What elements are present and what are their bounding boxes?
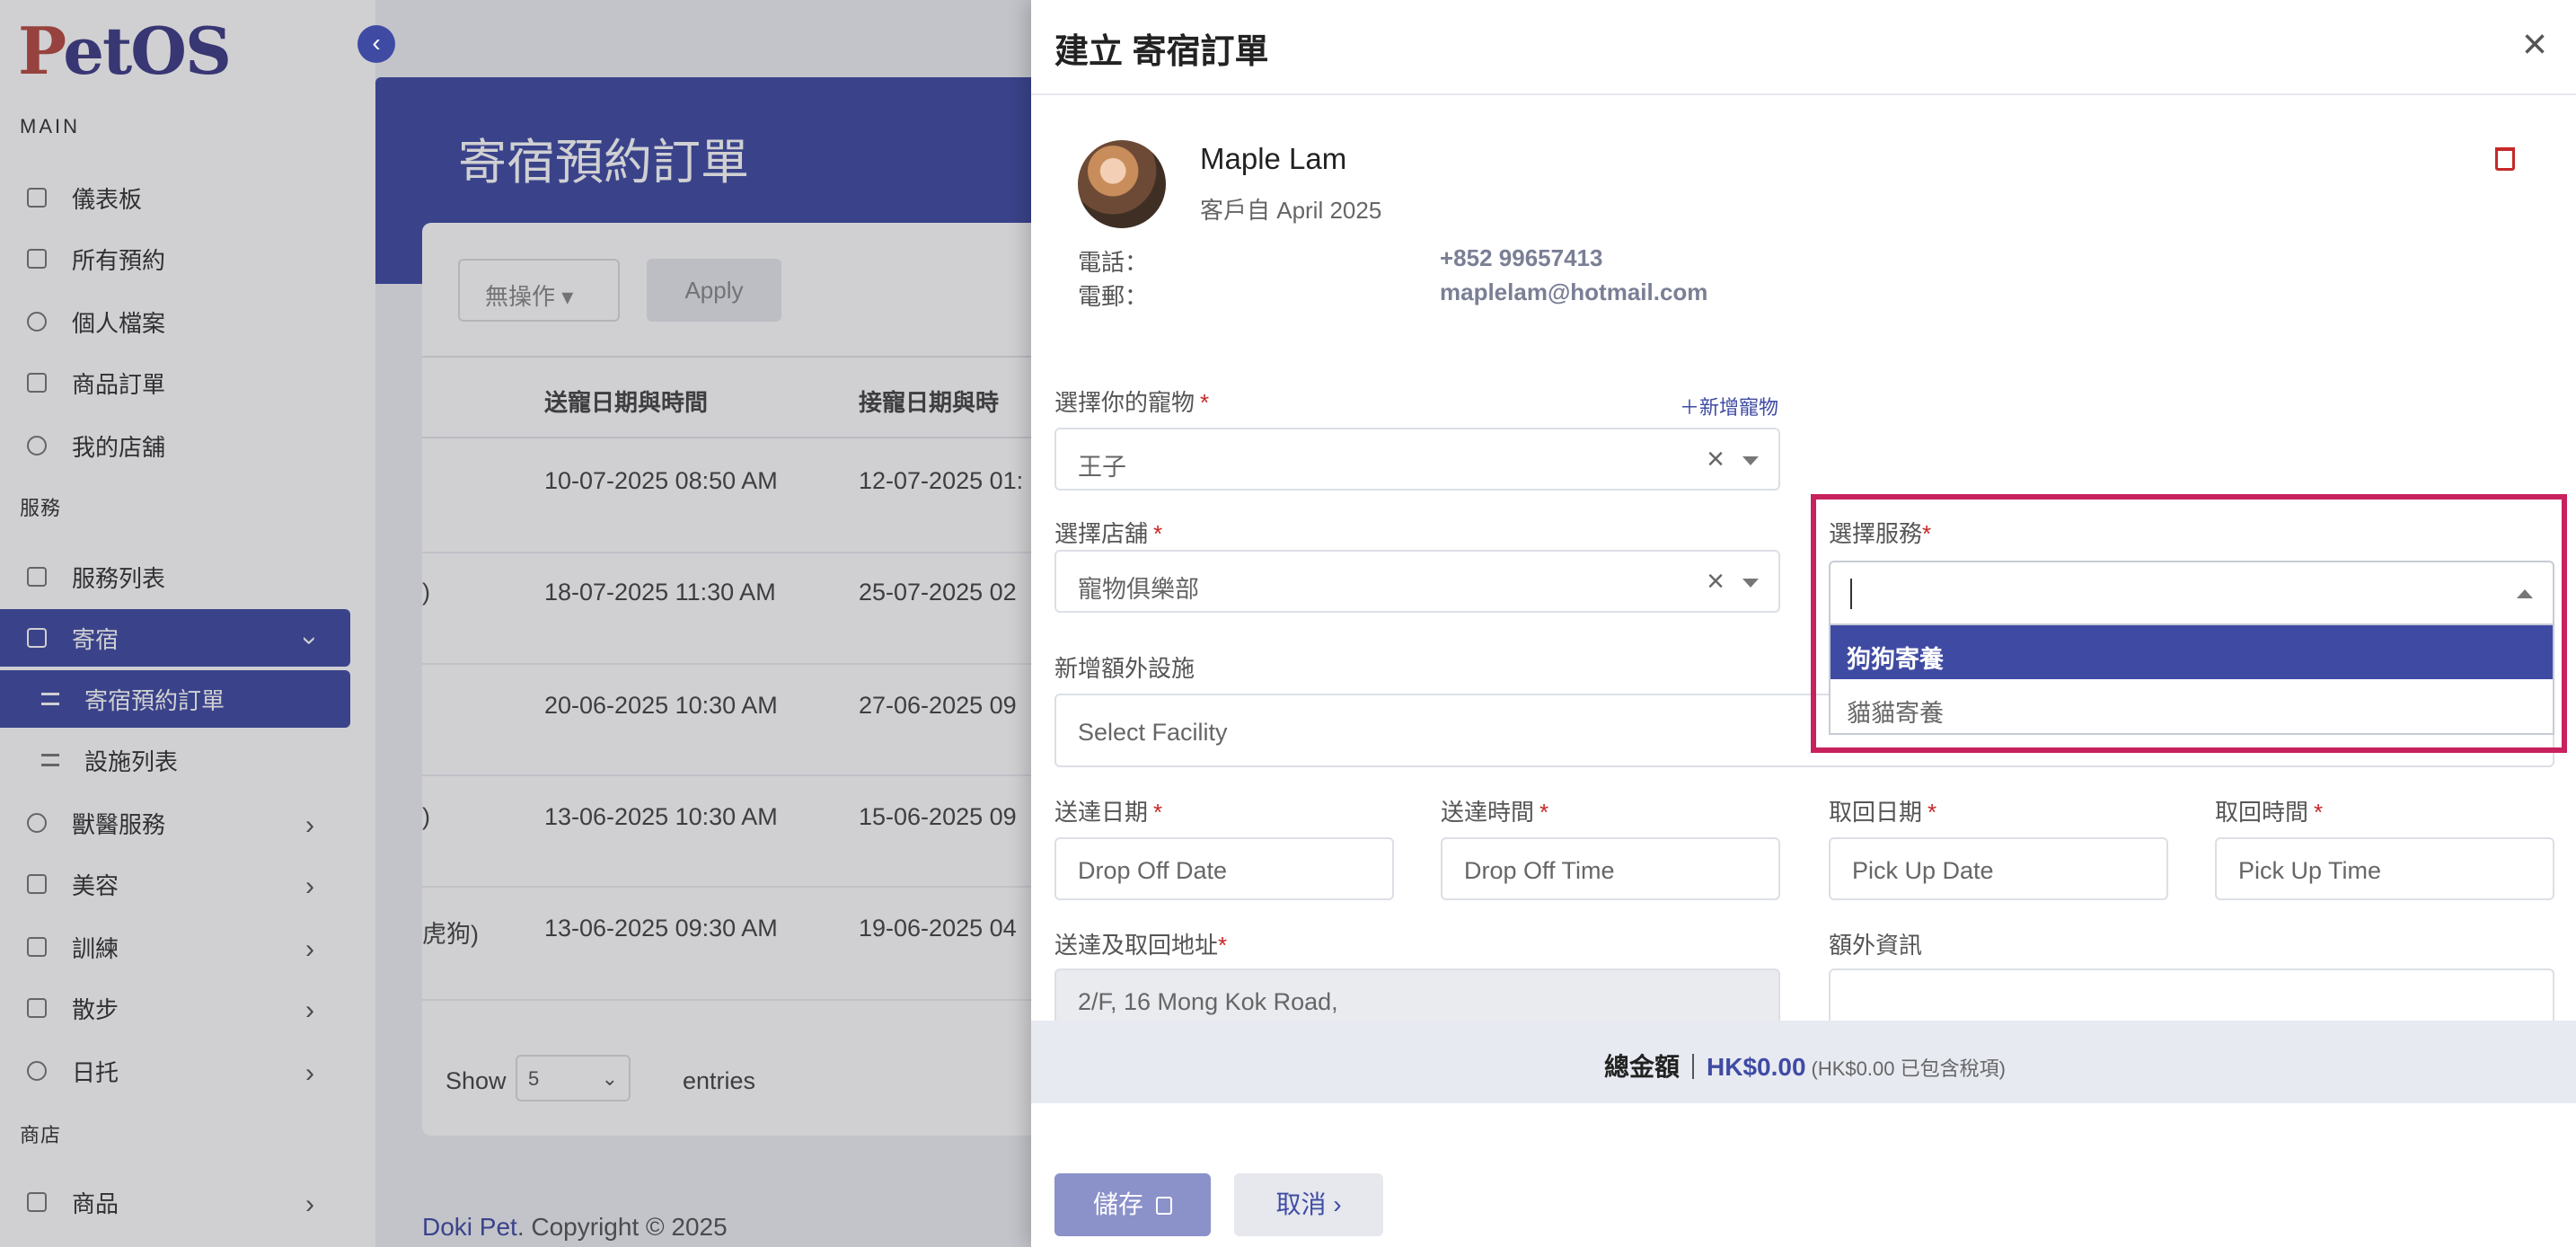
- total-label: 總金額: [1604, 1053, 1681, 1081]
- close-icon[interactable]: ×: [2522, 20, 2547, 70]
- email-value: maplelam@hotmail.com: [1440, 279, 1708, 305]
- collapse-sidebar-button[interactable]: ‹: [357, 25, 395, 63]
- add-pet-link[interactable]: ＋新增寵物: [1680, 392, 1778, 420]
- facility-placeholder: Select Facility: [1078, 719, 1228, 746]
- pickup-date-placeholder: Pick Up Date: [1852, 857, 1994, 884]
- modal-backdrop[interactable]: [0, 0, 1031, 1247]
- facility-label: 新增額外設施: [1054, 655, 1195, 682]
- dropoff-time-placeholder: Drop Off Time: [1464, 857, 1615, 884]
- caret-down-icon: [1742, 456, 1759, 465]
- pet-select-value: 王子: [1078, 454, 1126, 481]
- save-icon: [1156, 1197, 1172, 1215]
- avatar: [1078, 140, 1166, 228]
- service-option-dog-boarding[interactable]: 狗狗寄養: [1831, 625, 2553, 679]
- drawer-title: 建立 寄宿訂單: [1054, 33, 1269, 71]
- divider: [1031, 93, 2576, 95]
- dropoff-time-input[interactable]: Drop Off Time: [1441, 837, 1780, 900]
- pickup-date-label: 取回日期 *: [1829, 799, 1937, 826]
- chevron-right-icon: ›: [1333, 1190, 1342, 1218]
- save-button[interactable]: 儲存: [1054, 1173, 1211, 1236]
- store-label: 選擇店舖 *: [1054, 520, 1163, 547]
- extra-info-label: 額外資訊: [1829, 932, 1923, 959]
- address-label: 送達及取回地址*: [1054, 932, 1228, 959]
- save-button-label: 儲存: [1092, 1190, 1143, 1218]
- store-select[interactable]: 寵物俱樂部 ×: [1054, 550, 1780, 613]
- store-select-value: 寵物俱樂部: [1078, 576, 1199, 603]
- dropoff-time-label: 送達時間 *: [1441, 799, 1549, 826]
- divider: [1692, 1054, 1695, 1079]
- total-amount: HK$0.00: [1707, 1053, 1806, 1081]
- pet-select[interactable]: 王子 ×: [1054, 428, 1780, 491]
- dropoff-date-placeholder: Drop Off Date: [1078, 857, 1228, 884]
- tax-note: (HK$0.00 已包含稅項): [1811, 1057, 2006, 1080]
- caret-up-icon: [2517, 589, 2533, 598]
- clear-icon[interactable]: ×: [1707, 564, 1725, 599]
- total-bar: 總金額 HK$0.00 (HK$0.00 已包含稅項): [1031, 1021, 2576, 1103]
- dropoff-date-input[interactable]: Drop Off Date: [1054, 837, 1394, 900]
- address-value: 2/F, 16 Mong Kok Road,: [1078, 988, 1338, 1015]
- dropoff-date-label: 送達日期 *: [1054, 799, 1163, 826]
- phone-value: +852 99657413: [1440, 244, 1603, 271]
- text-cursor: [1850, 579, 1852, 609]
- cancel-button-label: 取消: [1275, 1190, 1327, 1218]
- caret-down-icon: [1742, 579, 1759, 588]
- pet-label: 選擇你的寵物 *: [1054, 389, 1210, 416]
- service-option-cat-boarding[interactable]: 貓貓寄養: [1831, 679, 2553, 733]
- pickup-time-input[interactable]: Pick Up Time: [2215, 837, 2554, 900]
- pickup-date-input[interactable]: Pick Up Date: [1829, 837, 2168, 900]
- service-search-input[interactable]: [1829, 561, 2554, 625]
- clear-icon[interactable]: ×: [1707, 442, 1725, 477]
- total-summary: 總金額 HK$0.00 (HK$0.00 已包含稅項): [1604, 1048, 2006, 1083]
- pickup-time-placeholder: Pick Up Time: [2238, 857, 2382, 884]
- service-label: 選擇服務*: [1829, 520, 1932, 547]
- service-dropdown: 狗狗寄養 貓貓寄養: [1829, 624, 2554, 735]
- phone-label: 電話：: [1078, 249, 1149, 276]
- cancel-button[interactable]: 取消 ›: [1234, 1173, 1383, 1236]
- create-boarding-order-drawer: 建立 寄宿訂單 × Maple Lam 客戶自 April 2025 電話： +…: [1031, 0, 2576, 1247]
- pickup-time-label: 取回時間 *: [2215, 799, 2324, 826]
- customer-name: Maple Lam: [1200, 142, 1347, 175]
- email-label: 電郵：: [1078, 283, 1149, 310]
- trash-icon[interactable]: [2495, 147, 2515, 171]
- customer-since: 客戶自 April 2025: [1200, 197, 1382, 224]
